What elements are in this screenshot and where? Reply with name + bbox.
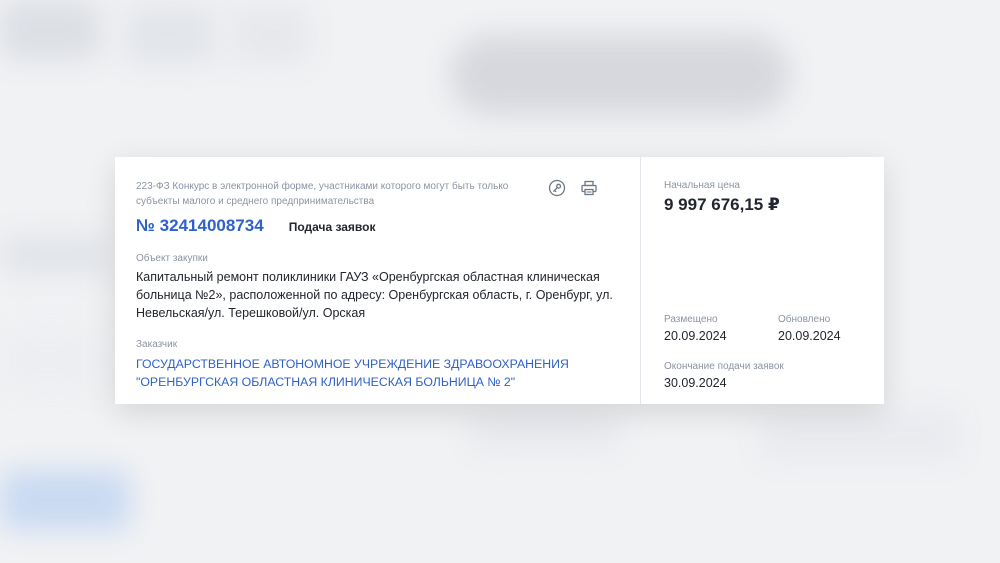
blurred-background [230,5,310,65]
placed-date: 20.09.2024 [664,329,727,343]
customer-label: Заказчик [136,339,178,350]
blurred-background [450,35,790,115]
card-actions [548,179,598,197]
blurred-background [0,470,130,530]
blurred-background [470,410,620,450]
object-description: Капитальный ремонт поликлиники ГАУЗ «Оре… [136,270,613,320]
updated-label: Обновлено [778,314,831,325]
procurement-card: 223-ФЗ Конкурс в электронной форме, учас… [115,157,884,404]
print-icon[interactable] [580,179,598,197]
procurement-number-link[interactable]: № 32414008734 [136,216,264,236]
key-icon[interactable] [548,179,566,197]
blurred-background [760,410,960,460]
blurred-background [0,235,110,275]
procurement-details: 223-ФЗ Конкурс в электронной форме, учас… [115,157,641,404]
procurement-summary: Начальная цена 9 997 676,15 ₽ Размещено … [641,157,884,404]
updated-date: 20.09.2024 [778,329,841,343]
placed-label: Размещено [664,314,718,325]
procurement-law-type: 223-ФЗ Конкурс в электронной форме, учас… [136,181,509,207]
deadline-date: 30.09.2024 [664,376,727,390]
blurred-background [125,5,215,65]
blurred-background [0,330,100,390]
blurred-background [0,0,100,60]
price-label: Начальная цена [664,180,740,191]
object-label: Объект закупки [136,253,208,264]
customer-link[interactable]: ГОСУДАРСТВЕННОЕ АВТОНОМНОЕ УЧРЕЖДЕНИЕ ЗД… [136,355,606,391]
deadline-label: Окончание подачи заявок [664,361,784,372]
status-badge: Подача заявок [288,220,376,234]
price-value: 9 997 676,15 ₽ [664,195,780,214]
procurement-header: № 32414008734 Подача заявок [136,216,376,236]
